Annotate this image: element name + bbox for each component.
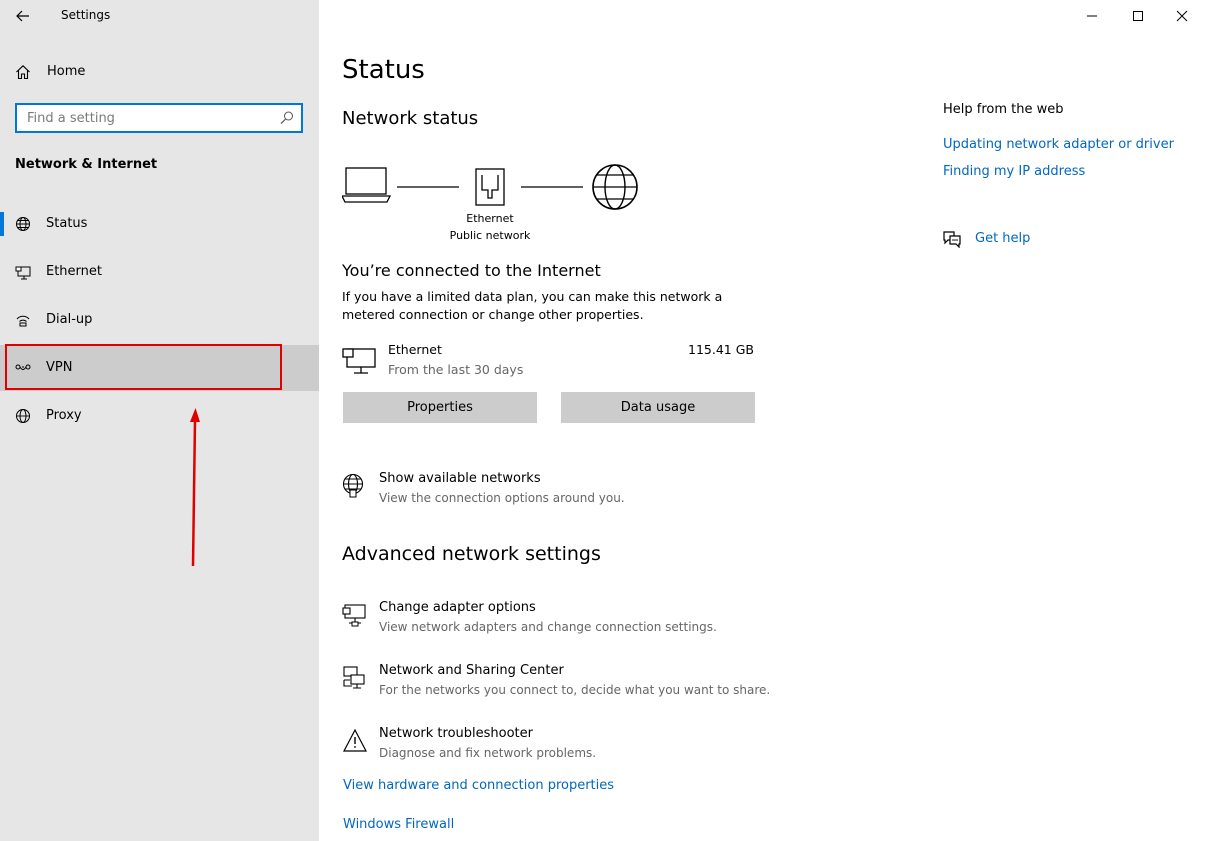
ethernet-port-icon [475, 168, 505, 206]
search-icon[interactable] [279, 110, 295, 126]
troubleshooter-title: Network troubleshooter [379, 726, 533, 741]
ethernet-period: From the last 30 days [388, 362, 524, 377]
page-title: Status [342, 55, 425, 85]
minimize-button[interactable] [1069, 0, 1115, 32]
search-input[interactable] [17, 105, 272, 131]
network-sharing-center[interactable]: Network and Sharing Center For the netwo… [342, 663, 792, 707]
get-help-link[interactable]: Get help [975, 231, 1030, 246]
hardware-properties-link[interactable]: View hardware and connection properties [343, 778, 614, 793]
maximize-button[interactable] [1115, 0, 1161, 32]
back-button[interactable] [10, 4, 36, 28]
section-title: Network & Internet [15, 157, 158, 172]
show-available-networks[interactable]: Show available networks View the connect… [342, 471, 792, 515]
close-button[interactable] [1159, 0, 1205, 32]
minimize-icon [1087, 15, 1097, 17]
sidebar-item-label: Proxy [46, 408, 82, 423]
diagram-network-label: Public network [449, 229, 531, 242]
sidebar-item-label: Status [46, 216, 88, 231]
close-icon [1176, 10, 1188, 22]
search-box [15, 103, 303, 133]
globe-icon [16, 409, 30, 423]
sidebar-item-label: VPN [46, 360, 73, 375]
properties-button[interactable]: Properties [343, 392, 537, 423]
adapter-options-title: Change adapter options [379, 600, 536, 615]
data-usage-button[interactable]: Data usage [561, 392, 755, 423]
connection-status-desc: If you have a limited data plan, you can… [342, 289, 723, 322]
sidebar-item-status[interactable]: Status [0, 201, 319, 247]
adapter-icon [342, 604, 366, 627]
ethernet-usage-row: Ethernet From the last 30 days 115.41 GB [342, 340, 754, 380]
network-status-header: Network status [342, 108, 479, 129]
connection-status-title: You’re connected to the Internet [342, 261, 601, 280]
advanced-network-header: Advanced network settings [342, 543, 601, 565]
warning-triangle-icon [343, 728, 367, 752]
sharing-center-title: Network and Sharing Center [379, 663, 564, 678]
app-title: Settings [61, 8, 111, 22]
change-adapter-options[interactable]: Change adapter options View network adap… [342, 600, 792, 644]
help-link-update-driver[interactable]: Updating network adapter or driver [943, 137, 1174, 152]
ethernet-icon [15, 266, 31, 280]
sidebar-item-label: Ethernet [46, 264, 102, 279]
back-arrow-icon [16, 10, 29, 22]
help-link-find-ip[interactable]: Finding my IP address [943, 164, 1085, 179]
maximize-icon [1133, 11, 1143, 21]
chat-help-icon [943, 231, 961, 248]
sidebar: Settings Home Network & Internet Status … [0, 0, 319, 841]
sidebar-item-proxy[interactable]: Proxy [0, 393, 319, 439]
show-networks-desc: View the connection options around you. [379, 491, 625, 505]
troubleshooter-desc: Diagnose and fix network problems. [379, 746, 597, 760]
globe-internet-icon [592, 164, 638, 210]
sidebar-item-dialup[interactable]: Dial-up [0, 297, 319, 343]
home-icon [16, 65, 30, 80]
windows-firewall-link[interactable]: Windows Firewall [343, 817, 454, 832]
network-diagram [342, 164, 638, 210]
sidebar-item-vpn[interactable]: VPN [0, 345, 319, 391]
show-networks-title: Show available networks [379, 471, 541, 486]
diagram-adapter-label: Ethernet [466, 212, 514, 225]
sidebar-item-label: Dial-up [46, 312, 93, 327]
globe-status-icon [16, 217, 30, 231]
adapter-options-desc: View network adapters and change connect… [379, 620, 717, 634]
ethernet-name: Ethernet [388, 342, 442, 357]
network-troubleshooter[interactable]: Network troubleshooter Diagnose and fix … [342, 726, 792, 770]
laptop-icon [342, 167, 392, 203]
sharing-center-desc: For the networks you connect to, decide … [379, 683, 771, 697]
sharing-center-icon [343, 666, 365, 689]
sidebar-item-home[interactable]: Home [0, 52, 319, 92]
sidebar-item-label: Home [47, 64, 86, 79]
help-from-web-title: Help from the web [943, 102, 1064, 117]
ethernet-usage: 115.41 GB [688, 342, 754, 357]
dialup-icon [16, 315, 30, 327]
vpn-icon [15, 364, 31, 370]
globe-network-icon [342, 473, 364, 498]
ethernet-adapter-icon [342, 348, 376, 374]
sidebar-item-ethernet[interactable]: Ethernet [0, 249, 319, 295]
